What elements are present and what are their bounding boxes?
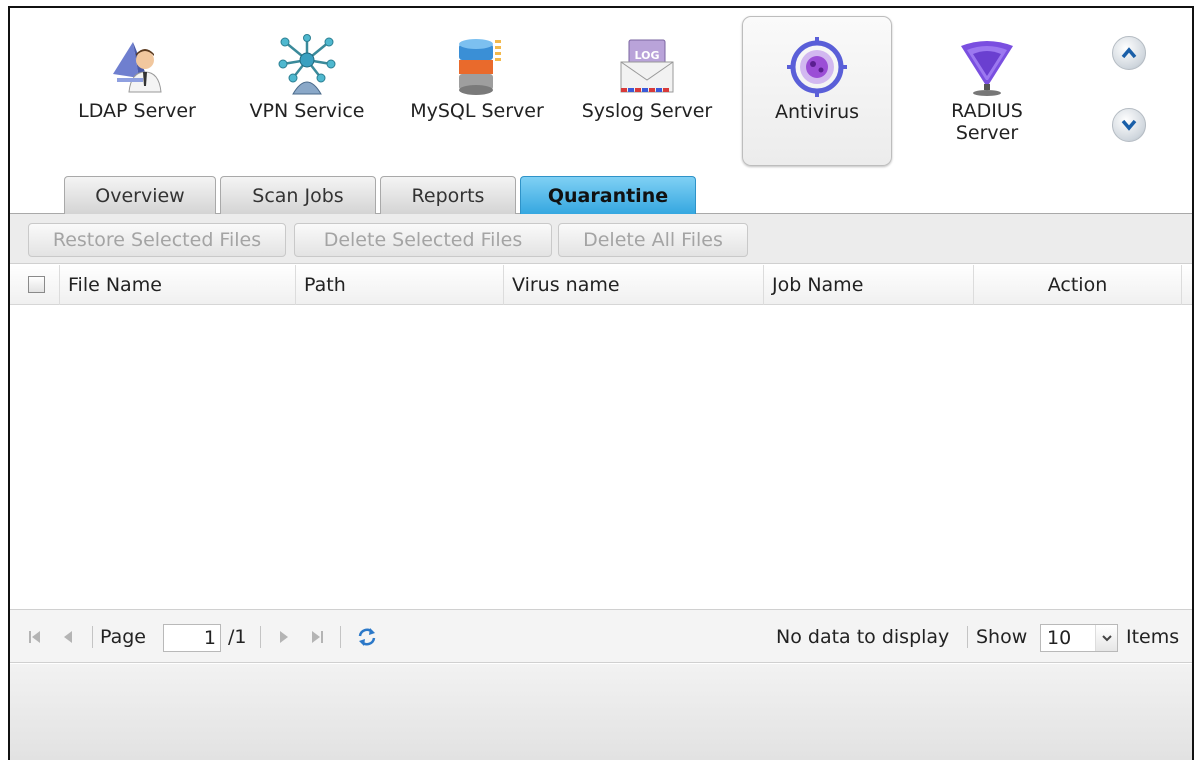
- page-number-input[interactable]: 1: [163, 624, 221, 652]
- tab-scan-jobs[interactable]: Scan Jobs: [220, 176, 376, 214]
- chevron-down-icon: [1121, 119, 1137, 131]
- tab-reports[interactable]: Reports: [380, 176, 516, 214]
- items-label: Items: [1126, 626, 1180, 648]
- refresh-icon[interactable]: [356, 626, 378, 648]
- show-label: Show: [976, 626, 1028, 648]
- tab-quarantine[interactable]: Quarantine: [520, 176, 696, 214]
- page-size-value: 10: [1047, 627, 1072, 649]
- app-label: MySQL Server: [410, 100, 544, 122]
- chevron-up-icon: [1121, 47, 1137, 59]
- mysql-server-icon: [459, 39, 501, 95]
- select-column-header: [10, 265, 60, 305]
- app-label: RADIUS Server: [951, 100, 1023, 144]
- page-label: Page: [100, 626, 146, 648]
- no-data-status: No data to display: [776, 626, 950, 648]
- app-ldap-server[interactable]: LDAP Server: [62, 16, 212, 166]
- restore-selected-files-button[interactable]: Restore Selected Files: [28, 223, 286, 257]
- page-total: /1: [228, 626, 247, 648]
- app-syslog-server[interactable]: LOG Syslog Server: [572, 16, 722, 166]
- app-vpn-service[interactable]: VPN Service: [232, 16, 382, 166]
- dropdown-arrow: [1095, 625, 1117, 651]
- scroll-up-button[interactable]: [1112, 36, 1146, 70]
- pagination-bar: Page 1 /1 No data to display Show 10 Ite…: [10, 609, 1192, 663]
- app-label: LDAP Server: [78, 100, 196, 122]
- app-launcher-bar: LDAP Server VPN Service MySQL Server LOG…: [10, 8, 1192, 168]
- separator: [340, 626, 341, 648]
- delete-all-files-button[interactable]: Delete All Files: [558, 223, 748, 257]
- column-job-name[interactable]: Job Name: [764, 265, 974, 305]
- app-label: Syslog Server: [581, 100, 713, 122]
- separator: [967, 626, 968, 648]
- chevron-down-icon: [1101, 635, 1112, 642]
- next-page-icon[interactable]: [272, 626, 294, 648]
- app-radius-server[interactable]: RADIUS Server: [912, 16, 1062, 166]
- radius-server-icon: [961, 41, 1013, 96]
- last-page-icon[interactable]: [306, 626, 328, 648]
- page-size-select[interactable]: 10: [1040, 624, 1118, 652]
- first-page-icon[interactable]: [24, 626, 46, 648]
- column-file-name[interactable]: File Name: [60, 265, 296, 305]
- antivirus-icon: [787, 37, 847, 97]
- log-badge-text: LOG: [635, 49, 660, 62]
- app-label: Antivirus: [774, 101, 860, 123]
- vpn-service-icon: [278, 34, 336, 95]
- app-mysql-server[interactable]: MySQL Server: [402, 16, 552, 166]
- app-antivirus[interactable]: Antivirus: [742, 16, 892, 166]
- grid-header: File Name Path Virus name Job Name Actio…: [10, 265, 1192, 305]
- ldap-server-icon: [113, 42, 162, 93]
- previous-page-icon[interactable]: [58, 626, 80, 648]
- action-toolbar: Restore Selected Files Delete Selected F…: [10, 214, 1192, 264]
- select-all-checkbox[interactable]: [28, 276, 45, 293]
- column-action[interactable]: Action: [974, 265, 1182, 305]
- footer-panel: [10, 664, 1192, 760]
- app-window: LDAP Server VPN Service MySQL Server LOG…: [8, 6, 1194, 760]
- separator: [92, 626, 93, 648]
- app-label: VPN Service: [249, 100, 365, 122]
- column-path[interactable]: Path: [296, 265, 504, 305]
- grid-body: [10, 306, 1192, 608]
- separator: [260, 626, 261, 648]
- scroll-down-button[interactable]: [1112, 108, 1146, 142]
- tab-overview[interactable]: Overview: [64, 176, 216, 214]
- syslog-server-icon: LOG: [620, 39, 674, 93]
- delete-selected-files-button[interactable]: Delete Selected Files: [294, 223, 552, 257]
- column-virus-name[interactable]: Virus name: [504, 265, 764, 305]
